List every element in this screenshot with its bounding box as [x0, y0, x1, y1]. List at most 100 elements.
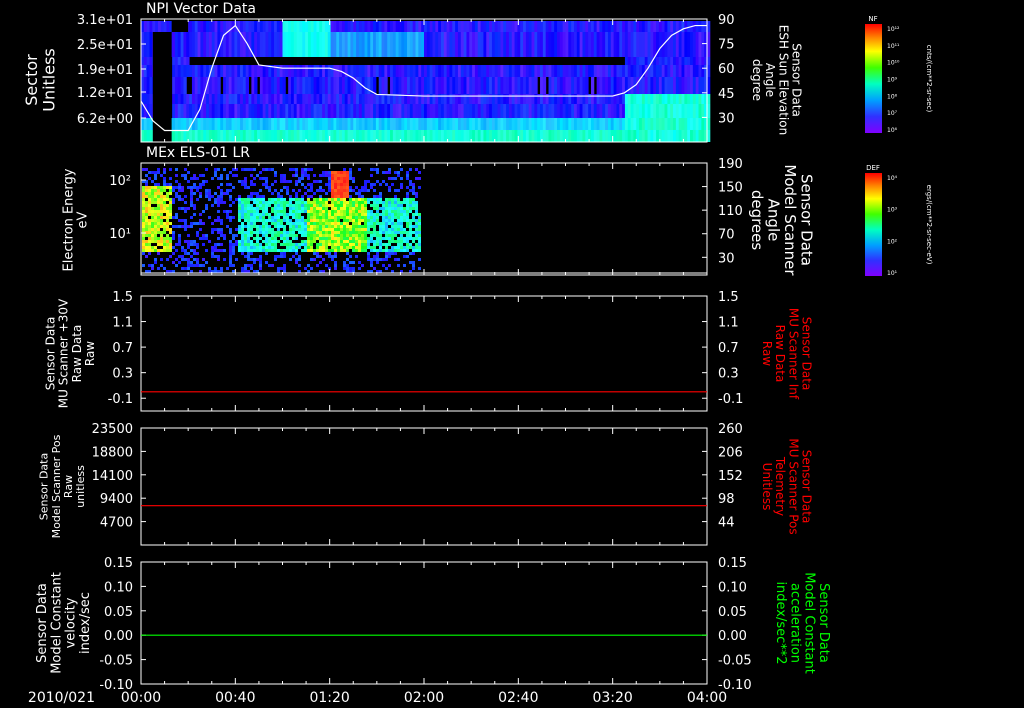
heatmap-cell [151, 222, 154, 225]
heatmap-cell [334, 198, 337, 201]
heatmap-cell [370, 32, 374, 57]
heatmap-cell [160, 186, 163, 189]
heatmap-cell [283, 252, 286, 255]
heatmap-cell [174, 118, 179, 130]
y-axis-label: SectorUnitless [22, 48, 59, 112]
heatmap-cell [313, 258, 316, 261]
heatmap-cell [554, 130, 558, 142]
heatmap-cell [506, 77, 510, 94]
y-tick-label: 0.10 [104, 580, 133, 595]
heatmap-cell [340, 237, 343, 240]
heatmap-cell [244, 249, 247, 252]
heatmap-cell [205, 189, 208, 192]
heatmap-cell [331, 243, 334, 246]
heatmap-cell [446, 77, 450, 94]
heatmap-cell [508, 32, 513, 57]
heatmap-cell [403, 219, 406, 222]
heatmap-cell [438, 118, 442, 130]
heatmap-cell [346, 234, 349, 237]
heatmap-cell [286, 237, 289, 240]
heatmap-cell [593, 65, 598, 77]
heatmap-cell [290, 65, 295, 77]
heatmap-cell [296, 94, 300, 104]
heatmap-cell [653, 77, 657, 94]
heatmap-cell [582, 104, 586, 118]
y-tick-label: 1.9e+01 [77, 63, 133, 78]
heatmap-cell [336, 77, 340, 94]
heatmap-cell [286, 216, 289, 219]
heatmap-cell [283, 237, 286, 240]
heatmap-cell [367, 237, 370, 240]
heatmap-cell [181, 267, 184, 270]
heatmap-cell [181, 186, 184, 189]
heatmap-cell [494, 21, 499, 32]
heatmap-cell [280, 177, 283, 180]
heatmap-cell [404, 130, 408, 142]
heatmap-cell [262, 77, 266, 94]
heatmap-cell [223, 258, 226, 261]
heatmap-cell [392, 118, 397, 130]
heatmap-cell [358, 240, 361, 243]
heatmap-cell [322, 213, 325, 216]
heatmap-cell [460, 77, 465, 94]
panel-frame [140, 427, 708, 546]
heatmap-cell [190, 189, 193, 192]
heatmap-cell [211, 255, 214, 258]
heatmap-cell [486, 65, 490, 77]
heatmap-cell [310, 213, 313, 216]
heatmap-cell [293, 77, 298, 94]
heatmap-cell [452, 118, 456, 130]
heatmap-cell [339, 130, 343, 142]
heatmap-cell [328, 189, 331, 192]
heatmap-cell [181, 198, 184, 201]
heatmap-cell [398, 104, 402, 118]
heatmap-cell [316, 77, 320, 94]
heatmap-cell [301, 222, 304, 225]
heatmap-cell [388, 231, 391, 234]
heatmap-cell [644, 94, 649, 104]
heatmap-cell [307, 228, 310, 231]
heatmap-cell [356, 104, 360, 118]
heatmap-cell [174, 94, 179, 104]
heatmap-cell [548, 104, 552, 118]
heatmap-cell [262, 219, 265, 222]
heatmap-cell [537, 104, 541, 118]
heatmap-cell [367, 255, 370, 258]
heatmap-cell [412, 186, 415, 189]
heatmap-cell [658, 94, 663, 104]
heatmap-cell [259, 104, 264, 118]
heatmap-cell [398, 77, 402, 94]
heatmap-cell [340, 222, 343, 225]
heatmap-cell [160, 21, 165, 32]
heatmap-cell [293, 65, 298, 77]
heatmap-cell [166, 237, 169, 240]
heatmap-cell [271, 104, 275, 118]
heatmap-cell [340, 192, 343, 195]
heatmap-cell [664, 21, 668, 32]
heatmap-cell [262, 246, 265, 249]
heatmap-cell [400, 177, 403, 180]
heatmap-cell [220, 228, 223, 231]
heatmap-cell [650, 32, 654, 57]
heatmap-cell [155, 21, 159, 32]
heatmap-cell [151, 267, 154, 270]
heatmap-cell [376, 243, 379, 246]
heatmap-cell [480, 130, 484, 142]
heatmap-cell [415, 21, 419, 32]
heatmap-cell [367, 228, 370, 231]
heatmap-cell [639, 21, 643, 32]
y-tick-label: 3.1e+01 [77, 13, 133, 28]
colorbar-tick-label: 10¹ [887, 270, 898, 277]
heatmap-cell [525, 77, 530, 94]
heatmap-cell [557, 65, 561, 77]
heatmap-cell [343, 249, 346, 252]
heatmap-cell [289, 222, 292, 225]
heatmap-cell [565, 118, 569, 130]
heatmap-cell [172, 246, 175, 249]
heatmap-cell [196, 231, 199, 234]
heatmap-cell [337, 183, 340, 186]
heatmap-cell [295, 204, 298, 207]
heatmap-cell [633, 57, 637, 65]
heatmap-cell [181, 207, 184, 210]
heatmap-cell [340, 177, 343, 180]
